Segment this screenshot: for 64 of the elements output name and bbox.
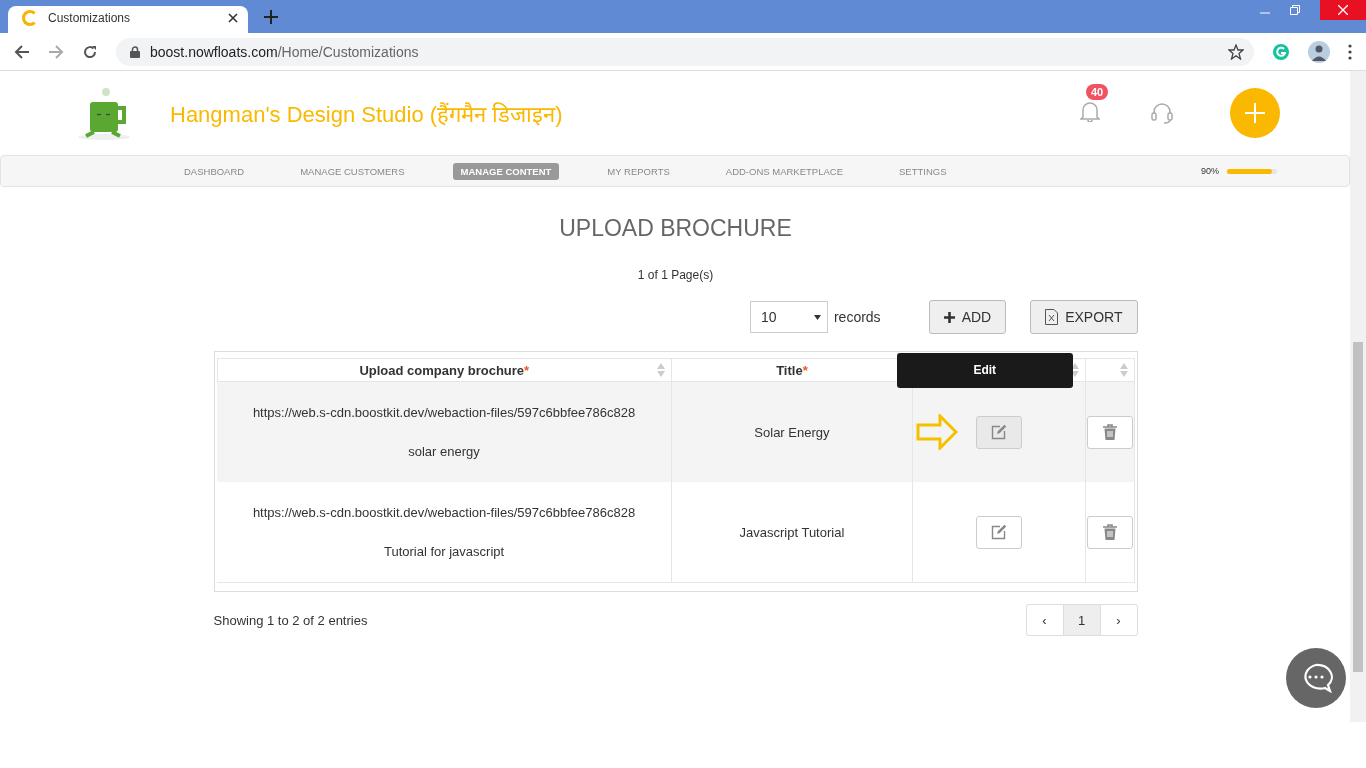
edit-button[interactable]: [975, 415, 1022, 449]
required-mark: *: [524, 362, 530, 378]
delete-button[interactable]: [1086, 515, 1133, 549]
business-name: Hangman's Design Studio (हैंगमैन डिजाइन): [170, 101, 564, 128]
address-bar[interactable]: boost.nowfloats.com/Home/Customizations: [116, 37, 1254, 66]
site-logo-icon: [22, 10, 38, 26]
arrow-icon: [915, 413, 958, 450]
nav-tab[interactable]: MANAGE CUSTOMERS: [292, 162, 413, 180]
tab-title: Customizations: [48, 11, 132, 25]
close-icon: [1338, 5, 1348, 15]
file-description: solar energy: [407, 444, 481, 459]
edit-icon: [990, 524, 1007, 540]
chat-button[interactable]: [1286, 648, 1346, 708]
nav-tab[interactable]: ADD-ONS MARKETPLACE: [717, 162, 851, 180]
export-button[interactable]: EXPORT: [1030, 300, 1138, 334]
spreadsheet-file-icon: [1045, 309, 1059, 325]
next-page-button[interactable]: ›: [1100, 605, 1137, 635]
records-select[interactable]: 10: [749, 301, 828, 333]
bell-icon[interactable]: [1080, 100, 1100, 122]
headset-icon[interactable]: [1150, 101, 1174, 125]
tooltip: Edit: [896, 352, 1073, 388]
title-text: Javascript Tutorial: [739, 524, 845, 540]
trash-icon: [1102, 424, 1117, 440]
new-tab-icon[interactable]: [264, 10, 278, 24]
nav-tab[interactable]: MY REPORTS: [599, 162, 678, 180]
lock-icon: [130, 45, 140, 58]
plus-icon: [1244, 102, 1266, 124]
column-title: Upload company brochure: [359, 362, 525, 378]
page-info: 1 of 1 Page(s): [636, 268, 715, 282]
file-description: Tutorial for javascript: [382, 544, 506, 559]
forward-icon[interactable]: [48, 43, 64, 60]
add-button[interactable]: ADD: [928, 300, 1007, 334]
plus-icon: [943, 311, 955, 323]
trash-icon: [1102, 524, 1117, 540]
url-text: boost.nowfloats.com/Home/Customizations: [150, 43, 420, 60]
browser-tab[interactable]: Customizations: [8, 6, 248, 33]
profile-avatar-icon[interactable]: [1308, 40, 1330, 63]
reload-icon[interactable]: [82, 43, 98, 60]
close-icon[interactable]: [228, 13, 238, 23]
progress-reading: 90%: [1201, 166, 1219, 176]
required-mark: *: [802, 362, 808, 378]
extension-icon[interactable]: [1272, 42, 1290, 61]
delete-button[interactable]: [1086, 415, 1133, 449]
column-title: Title: [776, 362, 803, 378]
notification-count: 40: [1086, 84, 1109, 100]
nav-tab[interactable]: SETTINGS: [891, 162, 955, 180]
close-window-button[interactable]: [1320, 0, 1366, 20]
edit-icon: [990, 424, 1007, 440]
scrollbar[interactable]: [1350, 71, 1366, 722]
previous-page-button[interactable]: ‹: [1026, 605, 1064, 635]
star-icon[interactable]: [1228, 43, 1244, 60]
restore-icon[interactable]: [1290, 5, 1300, 15]
edit-button[interactable]: [975, 515, 1022, 549]
entries-info: Showing 1 to 2 of 2 entries: [213, 612, 368, 628]
file-url: https://web.s-cdn.boostkit.dev/webaction-files/597c6bbfee786c828: [251, 405, 637, 420]
back-icon[interactable]: [14, 43, 30, 60]
menu-icon[interactable]: [1348, 43, 1352, 60]
records-label: records: [833, 309, 881, 325]
caret-icon: [813, 314, 821, 320]
page-button[interactable]: 1: [1063, 605, 1101, 635]
nav-tab[interactable]: DASHBOARD: [176, 162, 253, 180]
page-title: UPLOAD BROCHURE: [558, 215, 793, 242]
file-url: https://web.s-cdn.boostkit.dev/webaction-files/597c6bbfee786c828: [251, 505, 637, 520]
title-text: Solar Energy: [754, 424, 830, 440]
